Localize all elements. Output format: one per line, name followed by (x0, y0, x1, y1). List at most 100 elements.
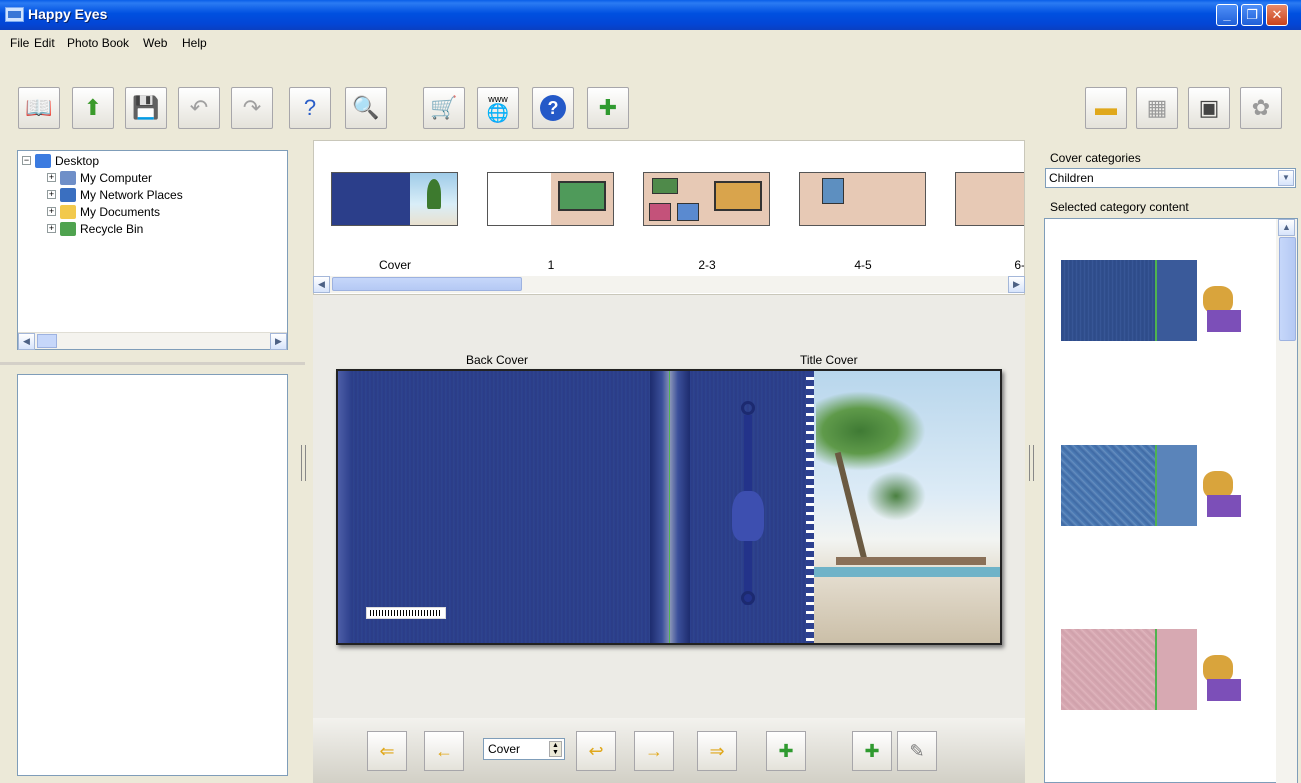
page-thumbnail-strip: Cover 1 2-3 4-5 6- (313, 140, 1025, 295)
thumbnail-scrollbar[interactable]: ◀ ▶ (313, 276, 1025, 293)
delete-spread-button[interactable]: ✎ (897, 731, 937, 771)
expand-icon[interactable]: + (47, 207, 56, 216)
menu-help[interactable]: Help (182, 36, 207, 50)
thumb-page-2-3[interactable] (643, 172, 770, 226)
open-button[interactable]: ⬆ (72, 87, 114, 129)
page-selector[interactable]: Cover ▲ ▼ (483, 738, 565, 760)
cover-photo[interactable] (806, 371, 1000, 643)
cover-template-pink[interactable] (1061, 629, 1251, 710)
preview-button[interactable]: 🔍 (345, 87, 387, 129)
last-page-button[interactable]: ⇒ (697, 731, 737, 771)
insert-spread-button[interactable]: ✚ (852, 731, 892, 771)
new-book-button[interactable]: 📖 (18, 87, 60, 129)
insert-spread-icon: ✚ (864, 740, 880, 761)
tree-item-my-computer[interactable]: + My Computer (47, 169, 152, 186)
page-selector-value: Cover (488, 742, 521, 756)
expand-icon[interactable]: + (47, 224, 56, 233)
back-cover[interactable] (338, 371, 650, 643)
spin-icon[interactable]: ▲ ▼ (549, 741, 562, 757)
last-page-icon: ⇒ (709, 740, 725, 761)
cover-template-denim-dark[interactable] (1061, 260, 1251, 341)
thumb-page-6[interactable] (955, 172, 1024, 226)
cart-icon: 🛒 (430, 95, 458, 120)
scroll-thumb[interactable] (37, 334, 57, 348)
menu-photo-book[interactable]: Photo Book (67, 36, 129, 50)
layouts-button[interactable]: ▦ (1136, 87, 1178, 129)
scroll-left-icon[interactable]: ◀ (18, 333, 35, 350)
cover-template-denim-light[interactable] (1061, 445, 1251, 526)
undo-button[interactable]: ↶ (178, 87, 220, 129)
folder-tree: − Desktop + My Computer + My Network Pla… (17, 150, 288, 350)
first-page-button[interactable]: ⇐ (367, 731, 407, 771)
scroll-left-icon[interactable]: ◀ (313, 276, 330, 293)
scroll-right-icon[interactable]: ▶ (270, 333, 287, 350)
folder-icon (60, 204, 76, 219)
tree-item-label: Recycle Bin (80, 221, 144, 236)
minimize-button[interactable]: _ (1216, 4, 1238, 26)
ribbon-loop-icon (741, 401, 755, 415)
book-info-button[interactable]: ? (289, 87, 331, 129)
help-icon: ? (540, 95, 566, 121)
expand-icon[interactable]: + (47, 173, 56, 182)
scroll-up-icon[interactable]: ▲ (1278, 219, 1295, 236)
cover-category-value: Children (1049, 171, 1094, 185)
frames-button[interactable]: ▣ (1188, 87, 1230, 129)
cliparts-button[interactable]: ✿ (1240, 87, 1282, 129)
open-icon: ⬆ (83, 95, 103, 120)
tree-horizontal-scrollbar[interactable]: ◀ ▶ (18, 332, 287, 350)
covers-button[interactable]: ▬ (1085, 87, 1127, 129)
scroll-right-icon[interactable]: ▶ (1008, 276, 1025, 293)
left-pane-divider[interactable] (0, 362, 305, 365)
delete-spread-icon: ✎ (909, 740, 925, 761)
thumb-page-1[interactable] (487, 172, 614, 226)
next-page-icon: → (645, 740, 663, 761)
next-page-button[interactable]: → (634, 731, 674, 771)
tree-item-label: My Network Places (80, 187, 183, 202)
menu-web[interactable]: Web (143, 36, 167, 50)
menu-file[interactable]: File (10, 36, 29, 50)
book-info-icon: ? (303, 95, 317, 120)
thumb-label-cover: Cover (378, 258, 411, 272)
collapse-icon[interactable]: − (22, 156, 31, 165)
network-icon (60, 187, 76, 202)
right-splitter[interactable] (1029, 445, 1034, 481)
window-title: Happy Eyes (28, 6, 108, 22)
web-button[interactable]: www 🌐 (477, 87, 519, 129)
tree-item-label: My Computer (80, 170, 153, 185)
go-to-page-icon: ↩ (588, 740, 604, 761)
redo-button[interactable]: ↷ (231, 87, 273, 129)
save-button[interactable]: 💾 (125, 87, 167, 129)
thumb-cover[interactable] (331, 172, 458, 226)
cover-category-select[interactable]: Children ▼ (1045, 168, 1296, 188)
tree-item-my-network-places[interactable]: + My Network Places (47, 186, 183, 203)
category-content-label: Selected category content (1050, 200, 1189, 214)
desktop-icon (35, 153, 51, 168)
scroll-thumb[interactable] (1279, 237, 1296, 341)
covers-icon: ▬ (1095, 95, 1117, 120)
left-page-title: Back Cover (466, 353, 529, 367)
add-page-button[interactable]: ✚ (587, 87, 629, 129)
thumb-page-4-5[interactable] (799, 172, 926, 226)
previous-page-button[interactable]: ← (424, 731, 464, 771)
close-button[interactable]: ✕ (1266, 4, 1288, 26)
add-pages-button[interactable]: ✚ (766, 731, 806, 771)
toolbar: 📖 ⬆ 💾 ↶ ↷ ? 🔍 🛒 www 🌐 ? ✚ ▬ ▦ ▣ ✿ (0, 52, 1301, 140)
scroll-thumb[interactable] (332, 277, 522, 291)
help-button[interactable]: ? (532, 87, 574, 129)
tree-item-my-documents[interactable]: + My Documents (47, 203, 160, 220)
menu-edit[interactable]: Edit (34, 36, 55, 50)
cover-spread[interactable] (336, 369, 1002, 645)
globe-icon: 🌐 (486, 103, 510, 123)
ribbon-bow-icon (732, 491, 764, 541)
first-page-icon: ⇐ (379, 740, 395, 761)
go-to-page-button[interactable]: ↩ (576, 731, 616, 771)
left-splitter[interactable] (301, 445, 306, 481)
tree-item-recycle-bin[interactable]: + Recycle Bin (47, 220, 143, 237)
order-cart-button[interactable]: 🛒 (423, 87, 465, 129)
restore-button[interactable]: ❐ (1241, 4, 1263, 26)
title-bar: Happy Eyes _ ❐ ✕ (0, 0, 1301, 30)
add-pages-icon: ✚ (778, 740, 794, 761)
chevron-down-icon[interactable]: ▼ (1278, 170, 1294, 186)
expand-icon[interactable]: + (47, 190, 56, 199)
tree-item-desktop[interactable]: − Desktop (22, 152, 99, 169)
